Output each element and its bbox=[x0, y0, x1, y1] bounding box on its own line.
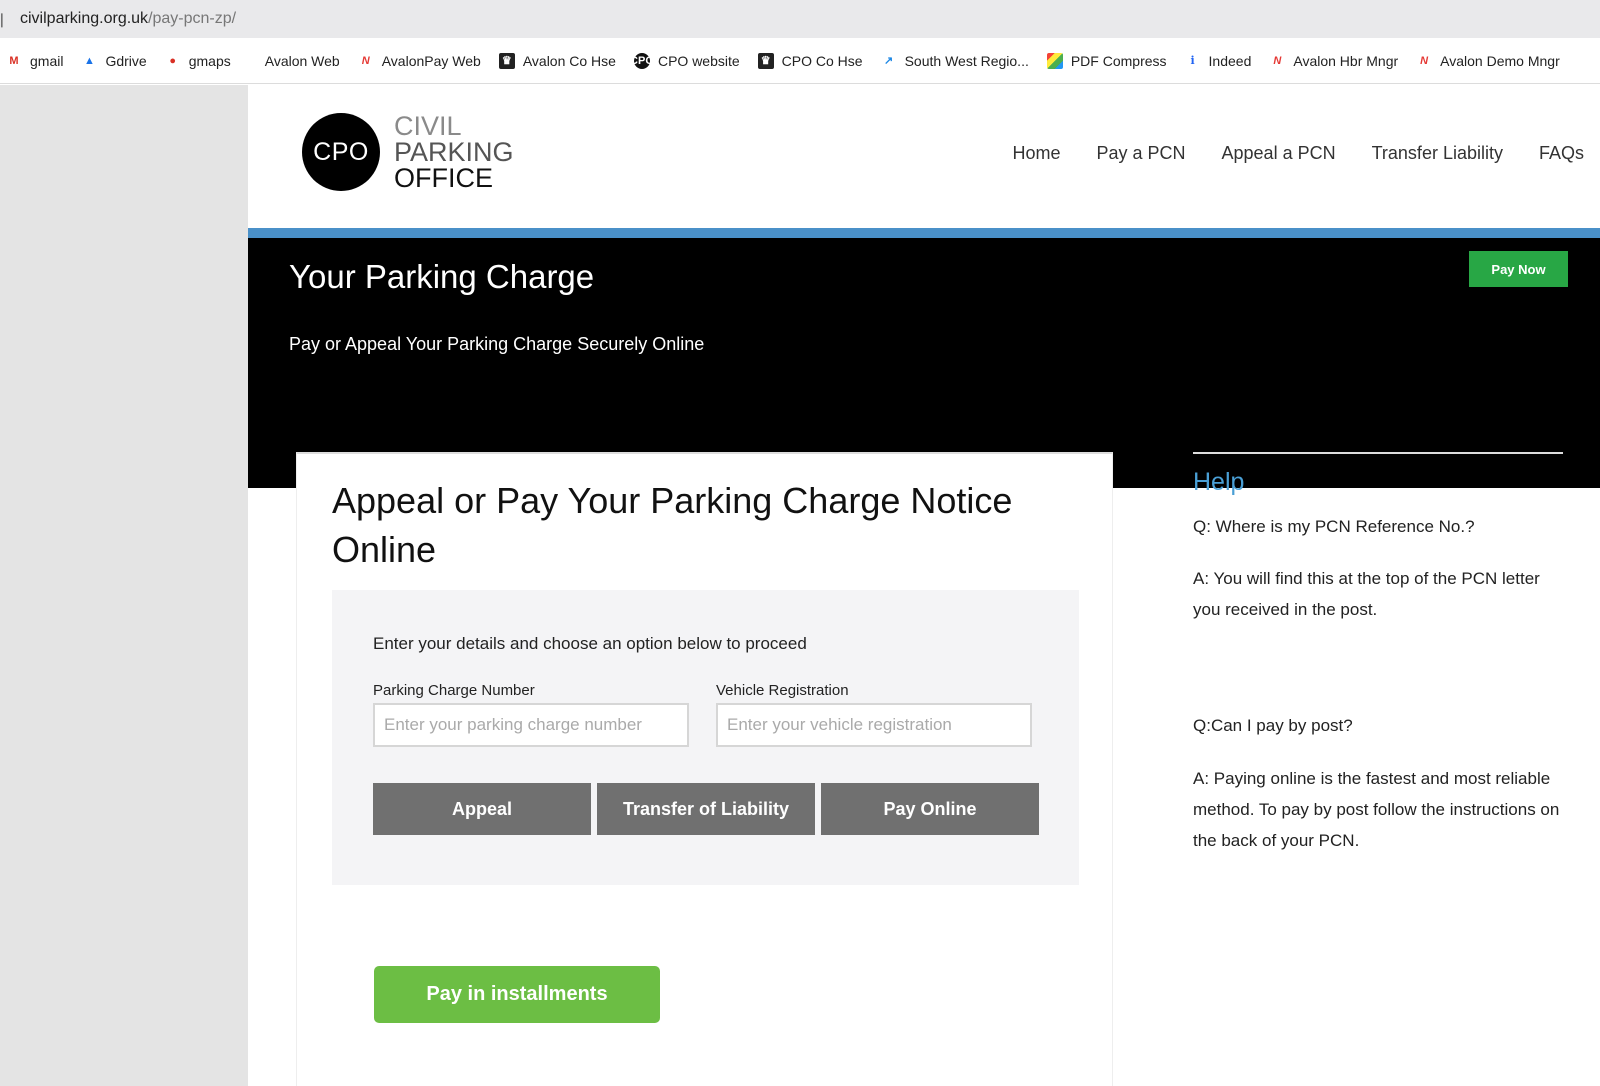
site-info-icon[interactable]: ❘ bbox=[0, 11, 8, 27]
bookmark-avalon-demo-mngr[interactable]: N Avalon Demo Mngr bbox=[1416, 53, 1560, 69]
avalon-icon: N bbox=[1273, 54, 1282, 67]
nav-pay-pcn[interactable]: Pay a PCN bbox=[1096, 143, 1185, 164]
logo-wordmark: CIVIL PARKING OFFICE bbox=[394, 111, 514, 193]
bookmark-label: CPO Co Hse bbox=[781, 52, 863, 69]
nav-transfer-liability[interactable]: Transfer Liability bbox=[1372, 143, 1503, 164]
pcn-form-card: Appeal or Pay Your Parking Charge Notice… bbox=[296, 452, 1113, 1086]
url-text[interactable]: civilparking.org.uk/pay-pcn-zp/ bbox=[20, 10, 236, 28]
help-question-2: Q:Can I pay by post? bbox=[1193, 716, 1353, 735]
site-page: CPO CIVIL PARKING OFFICE Home Pay a PCN … bbox=[248, 85, 1600, 1086]
url-path: /pay-pcn-zp/ bbox=[148, 10, 237, 27]
gdrive-icon: ▲ bbox=[84, 54, 95, 67]
bookmark-label: Avalon Web bbox=[264, 52, 340, 69]
form-instructions: Enter your details and choose an option … bbox=[373, 634, 807, 653]
bookmark-label: Avalon Hbr Mngr bbox=[1293, 52, 1399, 69]
help-answer-2: A: Paying online is the fastest and most… bbox=[1193, 769, 1560, 850]
main-nav: Home Pay a PCN Appeal a PCN Transfer Lia… bbox=[976, 143, 1584, 164]
logo-line-civil: CIVIL bbox=[394, 111, 462, 141]
bookmark-label: gmaps bbox=[188, 52, 231, 69]
bookmark-indeed[interactable]: i Indeed bbox=[1185, 52, 1252, 69]
help-answer-1: A: You will find this at the top of the … bbox=[1193, 569, 1540, 619]
crown-icon: ♛ bbox=[757, 52, 774, 69]
bookmark-avalon-hbr-mngr[interactable]: N Avalon Hbr Mngr bbox=[1269, 53, 1398, 69]
bookmark-gmail[interactable]: Mgmail bbox=[6, 53, 63, 69]
logo-line-parking: PARKING bbox=[394, 137, 514, 167]
nav-faqs[interactable]: FAQs bbox=[1539, 143, 1584, 164]
nav-appeal-pcn[interactable]: Appeal a PCN bbox=[1222, 143, 1336, 164]
bookmark-south-west[interactable]: ↗ South West Regio... bbox=[881, 53, 1029, 69]
bookmark-cpo-website[interactable]: CPO CPO website bbox=[630, 52, 740, 69]
bookmark-avalon-web[interactable]: Avalon Web bbox=[265, 53, 340, 69]
pay-online-button[interactable]: Pay Online bbox=[821, 783, 1039, 835]
bookmark-label: Avalon Demo Mngr bbox=[1440, 52, 1560, 69]
crown-icon: ♛ bbox=[498, 52, 515, 69]
help-question-1: Q: Where is my PCN Reference No.? bbox=[1193, 517, 1475, 536]
gmail-icon: M bbox=[9, 54, 19, 67]
bookmark-label: South West Regio... bbox=[904, 52, 1029, 69]
pcn-number-input[interactable] bbox=[373, 703, 689, 747]
pcn-label: Parking Charge Number bbox=[373, 682, 535, 699]
vrn-label: Vehicle Registration bbox=[716, 682, 849, 699]
header-accent-stripe bbox=[248, 228, 1600, 238]
logo-mark: CPO bbox=[302, 113, 380, 191]
bookmark-label: gmail bbox=[30, 52, 64, 69]
pdf-icon bbox=[1046, 52, 1063, 69]
indeed-icon: i bbox=[1190, 54, 1195, 67]
hero-banner: Your Parking Charge Pay or Appeal Your P… bbox=[248, 238, 1600, 488]
gmaps-icon: ● bbox=[169, 54, 177, 67]
page-title: Appeal or Pay Your Parking Charge Notice… bbox=[332, 480, 1013, 570]
help-sidebar: Help Q: Where is my PCN Reference No.? A… bbox=[1193, 452, 1563, 856]
url-host: civilparking.org.uk bbox=[20, 10, 149, 27]
avalon-icon: N bbox=[1420, 54, 1429, 67]
nav-home[interactable]: Home bbox=[1012, 143, 1060, 164]
page-gutter bbox=[0, 85, 248, 1086]
appeal-button[interactable]: Appeal bbox=[373, 783, 591, 835]
site-header: CPO CIVIL PARKING OFFICE Home Pay a PCN … bbox=[248, 85, 1600, 228]
bookmark-label: Indeed bbox=[1208, 52, 1252, 69]
bookmark-avalon-co-hse[interactable]: ♛ Avalon Co Hse bbox=[498, 52, 616, 69]
bookmark-label: CPO website bbox=[657, 52, 740, 69]
bookmark-label: Avalon Co Hse bbox=[522, 52, 616, 69]
bookmark-gmaps[interactable]: ● gmaps bbox=[165, 52, 231, 69]
chart-icon: ↗ bbox=[883, 55, 894, 67]
avalon-icon: N bbox=[361, 54, 370, 67]
bookmarks-bar: Mgmail ▲ Gdrive ● gmaps Avalon Web N Avalon… bbox=[0, 38, 1600, 84]
vehicle-registration-input[interactable] bbox=[716, 703, 1032, 747]
logo-line-office: OFFICE bbox=[394, 163, 493, 193]
cpo-icon: CPO bbox=[630, 52, 654, 69]
bookmark-gdrive[interactable]: ▲ Gdrive bbox=[81, 52, 147, 69]
help-title: Help bbox=[1193, 468, 1245, 496]
bookmark-pdf-compress[interactable]: PDF Compress bbox=[1046, 52, 1167, 69]
transfer-liability-button[interactable]: Transfer of Liability bbox=[597, 783, 815, 835]
hero-title: Your Parking Charge bbox=[289, 258, 595, 295]
pay-now-button[interactable]: Pay Now bbox=[1469, 251, 1568, 287]
bookmark-label: Gdrive bbox=[105, 52, 147, 69]
cpo-logo[interactable]: CPO CIVIL PARKING OFFICE bbox=[302, 111, 514, 193]
pay-installments-button[interactable]: Pay in installments bbox=[374, 966, 660, 1023]
bookmark-cpo-co-hse[interactable]: ♛ CPO Co Hse bbox=[757, 52, 863, 69]
form-panel: Enter your details and choose an option … bbox=[332, 590, 1079, 885]
browser-address-bar[interactable]: ❘ civilparking.org.uk/pay-pcn-zp/ bbox=[0, 0, 1600, 38]
hero-subtitle: Pay or Appeal Your Parking Charge Secure… bbox=[289, 334, 705, 354]
bookmark-label: PDF Compress bbox=[1070, 52, 1167, 69]
bookmark-label: AvalonPay Web bbox=[381, 52, 481, 69]
bookmark-avalonpay-web[interactable]: N AvalonPay Web bbox=[358, 53, 481, 69]
